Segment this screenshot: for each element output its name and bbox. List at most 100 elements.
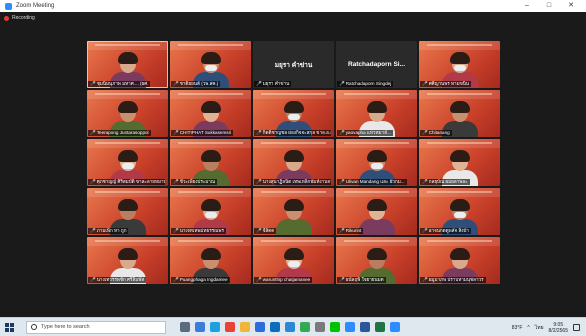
participant-name: CHITIPHAT Sukkasemsri: [179, 130, 232, 135]
participant-tile[interactable]: 🎤 ศุภชาญญ์ ศิริสมบัติ ขาละลายหมาบ...: [87, 139, 168, 186]
participant-name-label: 🎤 ศศิญานพร ทามขนิน: [420, 81, 472, 87]
maximize-button[interactable]: □: [538, 0, 560, 12]
close-button[interactable]: ✕: [560, 0, 582, 12]
task-view-icon[interactable]: [180, 322, 190, 332]
participant-tile[interactable]: 🎤 นาเจทเทพม่ทธรรณพร: [170, 188, 251, 235]
mic-muted-icon: 🎤: [422, 81, 428, 86]
mic-muted-icon: 🎤: [256, 277, 262, 282]
virtual-background: [336, 237, 417, 246]
participant-tile[interactable]: 🎤 นางเทวรรพชัก ศรีลิมพัท: [87, 237, 168, 284]
participant-name-label: 🎤 ชุมนิมนุภาพ มหาศ.... (ผศ.: [88, 81, 151, 87]
virtual-background: [336, 139, 417, 148]
participant-tile[interactable]: 🎤 Teerapong Juntarasoppol: [87, 90, 168, 137]
participant-tile[interactable]: 🎤 ศศิญานพร ทามขนิน: [419, 41, 500, 88]
participant-tile[interactable]: 🎤 ธนัลฤพิ ใจยายนมต: [336, 237, 417, 284]
background-text-strip: [95, 44, 160, 46]
participant-tile[interactable]: 🎤 warunthip chatjamanee: [253, 237, 334, 284]
background-text-strip: [427, 44, 492, 46]
participant-name-label: 🎤 Ulivan Mandang และ ผัวกม...: [337, 179, 407, 185]
participant-name: ผมูมาภพ ปราบหามนุชลาวร: [428, 277, 484, 282]
participant-name: Chitanang: [428, 130, 450, 135]
store-icon[interactable]: [255, 322, 265, 332]
chrome-icon[interactable]: [225, 322, 235, 332]
participant-name: ชีวะเพียงประมาณ: [179, 179, 216, 184]
recording-indicator[interactable]: Recording: [4, 15, 35, 21]
window-controls: – □ ✕: [516, 0, 582, 12]
clock-date: 8/2/2565: [548, 327, 568, 334]
background-text-strip: [344, 191, 409, 193]
clock[interactable]: 9:05 8/2/2565: [549, 322, 568, 334]
virtual-background: [419, 188, 500, 197]
virtual-background: [87, 188, 168, 197]
participant-tile[interactable]: มยุรา คำข่าน 🎤 มยุรา คำข่าน: [253, 41, 334, 88]
mic-muted-icon: 🎤: [173, 228, 179, 233]
mic-muted-icon: 🎤: [256, 228, 262, 233]
background-text-strip: [178, 191, 243, 193]
virtual-background: [336, 188, 417, 197]
taskbar-search-box[interactable]: Type here to search: [26, 320, 166, 334]
zoom-app-icon[interactable]: [390, 322, 400, 332]
participant-tile[interactable]: 🎤 อาจนกดดูพลัจ สิ่งบ้า: [419, 188, 500, 235]
background-text-strip: [95, 142, 160, 144]
virtual-background: [87, 90, 168, 99]
participant-name-label: 🎤 Puangphaga Ingdamee: [171, 277, 230, 283]
mic-muted-icon: 🎤: [339, 277, 345, 282]
participant-tile[interactable]: 🎤 Puangphaga Ingdamee: [170, 237, 251, 284]
participant-tile[interactable]: 🎤 ภามเพ็ก หา ถูก: [87, 188, 168, 235]
background-text-strip: [427, 240, 492, 242]
minimize-button[interactable]: –: [516, 0, 538, 12]
zoom-icon[interactable]: [345, 322, 355, 332]
window-title: Zoom Meeting: [16, 3, 55, 9]
participant-name-label: 🎤 ศุภชาญญ์ ศิริสมบัติ ขาละลายหมาบ...: [88, 179, 165, 185]
participant-tile[interactable]: 🎤 ผมูมาภพ ปราบหามนุชลาวร: [419, 237, 500, 284]
participant-tile[interactable]: 🎤 Chitanang: [419, 90, 500, 137]
chrome-icon[interactable]: [300, 322, 310, 332]
participant-name-label: 🎤 Chitanang: [420, 130, 452, 136]
participant-tile[interactable]: 🎤 ชาติยยนต์ (วพ.สค.): [170, 41, 251, 88]
participant-tile[interactable]: 🎤 CHITIPHAT Sukkasemsri: [170, 90, 251, 137]
virtual-background: [419, 90, 500, 99]
virtual-background: [253, 139, 334, 148]
edge-icon[interactable]: [210, 322, 220, 332]
background-text-strip: [427, 191, 492, 193]
mail-icon[interactable]: [270, 322, 280, 332]
start-button[interactable]: [0, 318, 18, 336]
virtual-background: [419, 41, 500, 50]
mic-muted-icon: 🎤: [339, 228, 345, 233]
mic-muted-icon: 🎤: [339, 81, 345, 86]
settings-icon[interactable]: [315, 322, 325, 332]
participant-tile[interactable]: 🎤 Rikurint: [336, 188, 417, 235]
search-icon: [31, 324, 37, 330]
line-icon[interactable]: [330, 322, 340, 332]
word-icon[interactable]: [360, 322, 370, 332]
participant-name: yaovapha แท่วหมาลั...: [345, 130, 391, 135]
participant-name-label: 🎤 Ratchadaporn Singdej: [337, 81, 394, 87]
file-explorer-icon[interactable]: [240, 322, 250, 332]
windows-logo-icon: [4, 322, 14, 332]
participant-tile[interactable]: 🎤 yaovapha แท่วหมาลั...: [336, 90, 417, 137]
mic-muted-icon: 🎤: [173, 130, 179, 135]
participant-tile[interactable]: 🎤 Ulivan Mandang และ ผัวกม...: [336, 139, 417, 186]
search-placeholder: Type here to search: [41, 324, 90, 330]
participant-tile[interactable]: 🎤 ชุมนิมนุภาพ มหาศ.... (ผศ.: [87, 41, 168, 88]
participant-tile[interactable]: 🎤 นางสุนาฏิลนิต เทพเหล็กพัมท์งานจา: [253, 139, 334, 186]
virtual-background: [87, 41, 168, 50]
notification-icon[interactable]: [573, 324, 580, 331]
background-text-strip: [178, 240, 243, 242]
excel-icon[interactable]: [375, 322, 385, 332]
participant-name: ภามเพ็ก หา ถูก: [96, 228, 127, 233]
participant-name-label: 🎤 ผมูมาภพ ปราบหามนุชลาวร: [420, 277, 486, 283]
background-text-strip: [95, 240, 160, 242]
participant-tile[interactable]: 🎤 กลยุบัณ ผมผลาพละ: [419, 139, 500, 186]
participant-tile[interactable]: 🎤 ชีวะเพียงประมาณ: [170, 139, 251, 186]
photos-icon[interactable]: [285, 322, 295, 332]
participant-tile[interactable]: Ratchadaporn Si... 🎤 Ratchadaporn Singdej: [336, 41, 417, 88]
participant-tile[interactable]: 🎤 กิตติชาญชล ผ่องกิจจะสกุล ขาล.อ.ล...: [253, 90, 334, 137]
mic-muted-icon: 🎤: [173, 179, 179, 184]
language-indicator[interactable]: ไทย: [535, 324, 544, 332]
weather-temperature[interactable]: 83°F: [512, 325, 523, 331]
widgets-icon[interactable]: [195, 322, 205, 332]
participant-tile[interactable]: 🎤 จีลิดด: [253, 188, 334, 235]
background-text-strip: [427, 93, 492, 95]
chevron-up-icon[interactable]: ^: [527, 325, 529, 331]
